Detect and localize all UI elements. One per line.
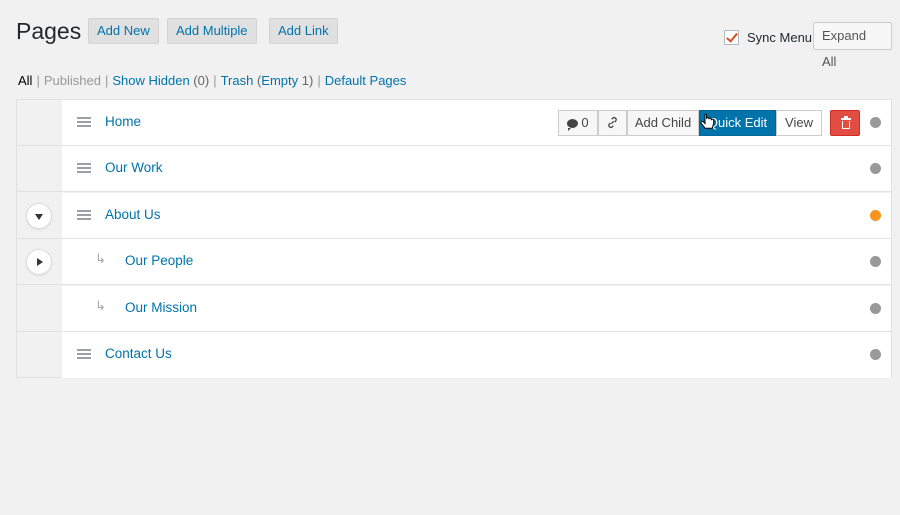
page-title-link[interactable]: Our Work (105, 160, 163, 175)
filter-all[interactable]: All (18, 73, 32, 88)
hand-cursor-icon (700, 113, 715, 129)
row-panel (62, 193, 891, 238)
page-row-our-mission[interactable]: ↳ Our Mission (17, 286, 891, 332)
page-title-link[interactable]: Our People (125, 253, 193, 268)
status-dot (870, 117, 881, 128)
status-filters: All | Published | Show Hidden (0) | Trash (Emp… (18, 73, 406, 88)
status-dot (870, 163, 881, 174)
add-new-button[interactable]: Add New (88, 18, 159, 44)
filter-trash-count: 1) (301, 73, 314, 88)
drag-handle-icon[interactable] (77, 349, 91, 359)
page-title-link[interactable]: Home (105, 114, 141, 129)
view-button[interactable]: View (776, 110, 822, 136)
drag-handle-icon[interactable] (77, 210, 91, 220)
copy-link-button[interactable] (598, 110, 627, 136)
expand-toggle[interactable] (26, 249, 52, 275)
empty-trash-link[interactable]: Empty (261, 73, 298, 88)
status-dot (870, 210, 881, 221)
expand-all-button[interactable]: Expand All (813, 22, 892, 69)
page-row-our-work[interactable]: Our Work (17, 146, 891, 192)
drag-handle-icon[interactable] (77, 117, 91, 127)
child-arrow-icon: ↳ (95, 251, 106, 266)
sync-menu-toggle[interactable]: Sync Menu (724, 30, 812, 45)
page-row-home[interactable]: Home 0 Add Child Quick Edit View (17, 100, 891, 146)
page-title: Pages (16, 18, 82, 44)
add-child-button[interactable]: Add Child (627, 110, 699, 136)
filter-separator: | (317, 73, 321, 88)
filter-separator: | (104, 73, 109, 88)
sync-menu-checkbox[interactable] (724, 30, 739, 45)
drag-handle-icon[interactable] (77, 163, 91, 173)
trash-icon (841, 116, 851, 129)
row-panel (62, 332, 891, 378)
page-row-contact-us[interactable]: Contact Us (17, 332, 891, 378)
filter-show-hidden[interactable]: Show Hidden (112, 73, 189, 88)
page-row-our-people[interactable]: ↳ Our People (17, 239, 891, 285)
child-arrow-icon: ↳ (95, 298, 106, 313)
row-panel (62, 146, 891, 191)
filter-default-pages[interactable]: Default Pages (325, 73, 407, 88)
status-dot (870, 256, 881, 267)
filter-separator: | (36, 73, 40, 88)
page-row-about-us[interactable]: About Us (17, 193, 891, 239)
caret-right-icon (37, 258, 43, 266)
page-title-link[interactable]: About Us (105, 207, 161, 222)
page-title-link[interactable]: Contact Us (105, 346, 172, 361)
comment-icon (567, 119, 579, 131)
page-list: Home 0 Add Child Quick Edit View Our Wor… (16, 99, 892, 378)
status-dot (870, 349, 881, 360)
filter-separator: | (213, 73, 217, 88)
filter-trash[interactable]: Trash (221, 73, 254, 88)
delete-button[interactable] (830, 110, 860, 136)
filter-published: Published (43, 73, 101, 88)
caret-down-icon (35, 214, 43, 220)
add-link-button[interactable]: Add Link (269, 18, 338, 44)
collapse-toggle[interactable] (26, 203, 52, 229)
page-header: Pages Add New Add Multiple Add Link Sync… (16, 16, 892, 69)
status-dot (870, 303, 881, 314)
link-icon (608, 116, 617, 129)
sync-menu-label: Sync Menu (747, 30, 813, 45)
comment-count: 0 (581, 115, 589, 130)
page-title-link[interactable]: Our Mission (125, 300, 197, 315)
comments-button[interactable]: 0 (558, 110, 598, 136)
filter-show-hidden-count: (0) (193, 73, 210, 88)
add-multiple-button[interactable]: Add Multiple (167, 18, 257, 44)
